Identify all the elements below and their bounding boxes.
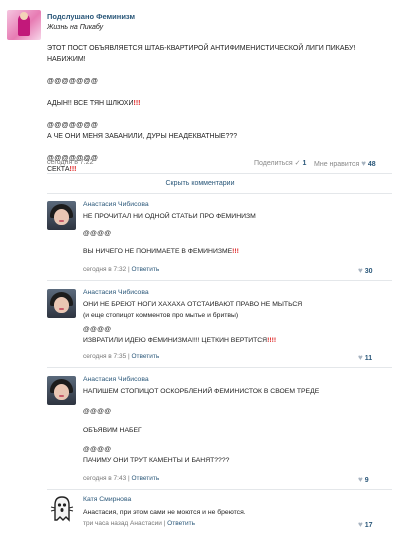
- post-date[interactable]: сегодня в 7:22: [47, 159, 94, 166]
- group-name-link[interactable]: Подслушано Феминизм: [47, 12, 135, 21]
- divider: [47, 489, 392, 490]
- divider: [47, 193, 392, 194]
- comment-meta: сегодня в 7:35 | Ответить: [83, 353, 160, 360]
- reply-button[interactable]: Ответить: [167, 520, 195, 527]
- comment-text: ОНИ НЕ БРЕЮТ НОГИ ХАХАХА ОТСТАИВАЮТ ПРАВ…: [83, 301, 303, 344]
- comment-text: НЕ ПРОЧИТАЛ НИ ОДНОЙ СТАТЬИ ПРО ФЕМИНИЗМ…: [83, 213, 256, 255]
- megaphone-icon: ✓: [294, 160, 301, 167]
- like-button[interactable]: ♥ 9: [358, 475, 369, 484]
- hide-comments-link[interactable]: Скрыть комментарии: [0, 180, 400, 187]
- like-count: 17: [364, 522, 373, 529]
- emoji-row: @@@@@@@: [47, 78, 99, 85]
- avatar[interactable]: [47, 289, 76, 318]
- emoji-row: @@@@@@@: [47, 122, 99, 129]
- like-count: 30: [364, 268, 373, 275]
- like-label: Мне нравится: [314, 161, 360, 168]
- like-button[interactable]: ♥ 11: [358, 353, 372, 362]
- heart-icon: ♥: [361, 159, 366, 168]
- group-avatar[interactable]: [7, 10, 41, 40]
- like-button[interactable]: ♥ 30: [358, 266, 373, 275]
- comment-date[interactable]: три часа назад Анастасии: [83, 520, 162, 527]
- share-label: Поделиться: [254, 160, 293, 167]
- heart-icon: ♥: [358, 353, 363, 362]
- avatar[interactable]: [47, 376, 76, 405]
- divider: [47, 367, 392, 368]
- avatar[interactable]: [47, 201, 76, 230]
- comment-meta: три часа назад Анастасии | Ответить: [83, 520, 195, 527]
- comment-meta: сегодня в 7:43 | Ответить: [83, 475, 160, 482]
- heart-icon: ♥: [358, 520, 363, 529]
- comment-author[interactable]: Анастасия Чибисова: [83, 289, 149, 296]
- post-line: А ЧЕ ОНИ МЕНЯ ЗАБАНИЛИ, ДУРЫ НЕАДЕКВАТНЫ…: [47, 133, 238, 140]
- post-body: ЭТОТ ПОСТ ОБЪЯВЛЯЕТСЯ ШТАБ-КВАРТИРОЙ АНТ…: [47, 43, 392, 175]
- comment-date[interactable]: сегодня в 7:35: [83, 353, 126, 360]
- divider: [47, 280, 392, 281]
- comment-date[interactable]: сегодня в 7:43: [83, 475, 126, 482]
- heart-icon: ♥: [358, 475, 363, 484]
- like-button[interactable]: Мне нравится ♥ 48: [314, 159, 376, 168]
- reply-button[interactable]: Ответить: [132, 475, 160, 482]
- avatar[interactable]: [47, 494, 76, 523]
- share-button[interactable]: Поделиться ✓ 1: [254, 159, 306, 167]
- like-count: 11: [364, 355, 373, 362]
- comment-author[interactable]: Катя Смирнова: [83, 496, 131, 503]
- heart-icon: ♥: [358, 266, 363, 275]
- post-line: АДЫН!! ВСЕ ТЯН ШЛЮХИ!!!: [47, 100, 141, 107]
- divider: [47, 173, 392, 174]
- like-count: 48: [367, 161, 376, 168]
- comment-date[interactable]: сегодня в 7:32: [83, 266, 126, 273]
- comment-text: НАПИШЕМ СТОПИЦОТ ОСКОРБЛЕНИЙ ФЕМИНИСТОК …: [83, 388, 320, 464]
- comment-author[interactable]: Анастасия Чибисова: [83, 201, 149, 208]
- post-footer: сегодня в 7:22 Поделиться ✓ 1 Мне нравит…: [47, 157, 392, 171]
- reply-button[interactable]: Ответить: [132, 353, 160, 360]
- post-line: ЭТОТ ПОСТ ОБЪЯВЛЯЕТСЯ ШТАБ-КВАРТИРОЙ АНТ…: [47, 45, 356, 63]
- share-count: 1: [302, 160, 307, 167]
- post-header: Подслушано Феминизм Жизнь на Пикабу: [0, 0, 400, 44]
- like-button[interactable]: ♥ 17: [358, 520, 373, 529]
- reply-button[interactable]: Ответить: [132, 266, 160, 273]
- comment-author[interactable]: Анастасия Чибисова: [83, 376, 149, 383]
- comment-text: Анастасия, при этом сами не моются и не …: [83, 509, 246, 516]
- post-subtitle: Жизнь на Пикабу: [47, 24, 104, 31]
- comment-meta: сегодня в 7:32 | Ответить: [83, 266, 160, 273]
- ghost-icon: [50, 496, 74, 522]
- like-count: 9: [364, 477, 369, 484]
